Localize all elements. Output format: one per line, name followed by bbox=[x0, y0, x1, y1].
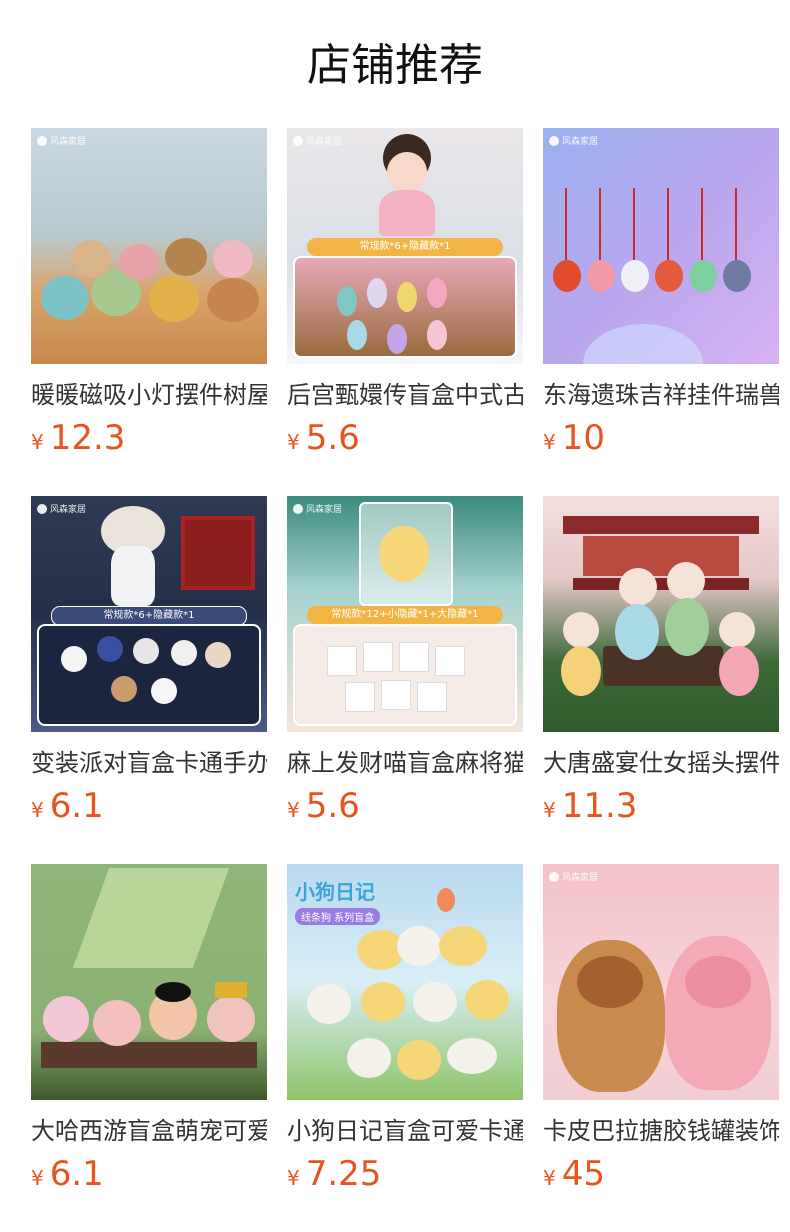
store-recommendation-page: 店铺推荐 风森家居 暖暖磁吸小灯摆件树屋 ¥12.3 风森家居 常规款*6+隐藏… bbox=[0, 0, 790, 1232]
series-banner: 常规款*6+隐藏款*1 bbox=[51, 606, 247, 626]
price-value: 7.25 bbox=[305, 1154, 382, 1194]
page-title: 店铺推荐 bbox=[307, 40, 483, 91]
thumb-subcaption: 线条狗 系列盲盒 bbox=[295, 908, 381, 925]
product-card[interactable]: 小狗日记 线条狗 系列盲盒 小狗日记盲盒可爱卡通 ¥7.25 bbox=[287, 864, 523, 1232]
product-price: ¥11.3 bbox=[543, 786, 779, 832]
product-card[interactable]: 风森家居 东海遗珠吉祥挂件瑞兽 ¥10 bbox=[543, 128, 779, 496]
product-name[interactable]: 后宫甄嬛传盲盒中式古风 bbox=[287, 378, 523, 412]
product-card[interactable]: 风森家居 常规款*6+隐藏款*1 变装派对盲盒卡通手办 ¥6.1 bbox=[31, 496, 267, 864]
nightlight-figures-image[interactable]: 风森家居 bbox=[31, 128, 267, 364]
product-card[interactable]: 风森家居 暖暖磁吸小灯摆件树屋 ¥12.3 bbox=[31, 128, 267, 496]
price-value: 5.6 bbox=[305, 418, 360, 458]
capybara-bank-image[interactable]: 风森家居 bbox=[543, 864, 779, 1100]
product-card[interactable]: 风森家居 常规款*12+小隐藏*1+大隐藏*1 麻上发财喵盲盒麻将猫 ¥5.6 bbox=[287, 496, 523, 864]
product-price: ¥10 bbox=[543, 418, 779, 464]
price-value: 11.3 bbox=[561, 786, 638, 826]
puppy-diary-image[interactable]: 小狗日记 线条狗 系列盲盒 bbox=[287, 864, 523, 1100]
brand-logo: 风森家居 bbox=[37, 502, 86, 515]
price-value: 45 bbox=[561, 1154, 605, 1194]
product-price: ¥6.1 bbox=[31, 1154, 267, 1200]
product-card[interactable]: 风森家居 常规款*6+隐藏款*1 后宫甄嬛传盲盒中式古风 ¥5.6 bbox=[287, 128, 523, 496]
currency-symbol: ¥ bbox=[31, 798, 44, 822]
product-name[interactable]: 东海遗珠吉祥挂件瑞兽 bbox=[543, 378, 779, 412]
currency-symbol: ¥ bbox=[543, 430, 556, 454]
lucky-cat-image[interactable]: 风森家居 常规款*12+小隐藏*1+大隐藏*1 bbox=[287, 496, 523, 732]
brand-logo: 风森家居 bbox=[549, 870, 598, 883]
product-price: ¥6.1 bbox=[31, 786, 267, 832]
currency-symbol: ¥ bbox=[287, 1166, 300, 1190]
product-name[interactable]: 大唐盛宴仕女摇头摆件 bbox=[543, 746, 779, 780]
price-value: 12.3 bbox=[49, 418, 126, 458]
journey-west-image[interactable] bbox=[31, 864, 267, 1100]
currency-symbol: ¥ bbox=[31, 430, 44, 454]
series-banner: 常规款*6+隐藏款*1 bbox=[307, 238, 503, 256]
product-price: ¥45 bbox=[543, 1154, 779, 1200]
lion-keychain-image[interactable]: 风森家居 bbox=[543, 128, 779, 364]
price-value: 6.1 bbox=[49, 1154, 104, 1194]
brand-logo: 风森家居 bbox=[293, 134, 342, 147]
series-banner: 常规款*12+小隐藏*1+大隐藏*1 bbox=[307, 606, 503, 624]
product-name[interactable]: 变装派对盲盒卡通手办 bbox=[31, 746, 267, 780]
costume-party-image[interactable]: 风森家居 常规款*6+隐藏款*1 bbox=[31, 496, 267, 732]
price-value: 6.1 bbox=[49, 786, 104, 826]
palace-figure-image[interactable]: 风森家居 常规款*6+隐藏款*1 bbox=[287, 128, 523, 364]
price-value: 10 bbox=[561, 418, 605, 458]
product-price: ¥7.25 bbox=[287, 1154, 523, 1200]
brand-logo: 风森家居 bbox=[293, 502, 342, 515]
tang-ladies-image[interactable] bbox=[543, 496, 779, 732]
thumb-caption: 小狗日记 bbox=[295, 880, 375, 904]
product-name[interactable]: 小狗日记盲盒可爱卡通 bbox=[287, 1114, 523, 1148]
product-grid: 风森家居 暖暖磁吸小灯摆件树屋 ¥12.3 风森家居 常规款*6+隐藏款*1 后… bbox=[31, 128, 779, 1232]
product-card[interactable]: 大唐盛宴仕女摇头摆件 ¥11.3 bbox=[543, 496, 779, 864]
currency-symbol: ¥ bbox=[287, 430, 300, 454]
product-price: ¥5.6 bbox=[287, 786, 523, 832]
brand-logo: 风森家居 bbox=[37, 134, 86, 147]
currency-symbol: ¥ bbox=[543, 798, 556, 822]
product-card[interactable]: 大哈西游盲盒萌宠可爱 ¥6.1 bbox=[31, 864, 267, 1232]
product-price: ¥5.6 bbox=[287, 418, 523, 464]
product-name[interactable]: 大哈西游盲盒萌宠可爱 bbox=[31, 1114, 267, 1148]
product-name[interactable]: 卡皮巴拉搪胶钱罐装饰 bbox=[543, 1114, 779, 1148]
product-card[interactable]: 风森家居 卡皮巴拉搪胶钱罐装饰 ¥45 bbox=[543, 864, 779, 1232]
brand-logo: 风森家居 bbox=[549, 134, 598, 147]
product-name[interactable]: 麻上发财喵盲盒麻将猫 bbox=[287, 746, 523, 780]
currency-symbol: ¥ bbox=[31, 1166, 44, 1190]
product-name[interactable]: 暖暖磁吸小灯摆件树屋 bbox=[31, 378, 267, 412]
price-value: 5.6 bbox=[305, 786, 360, 826]
currency-symbol: ¥ bbox=[287, 798, 300, 822]
currency-symbol: ¥ bbox=[543, 1166, 556, 1190]
product-price: ¥12.3 bbox=[31, 418, 267, 464]
